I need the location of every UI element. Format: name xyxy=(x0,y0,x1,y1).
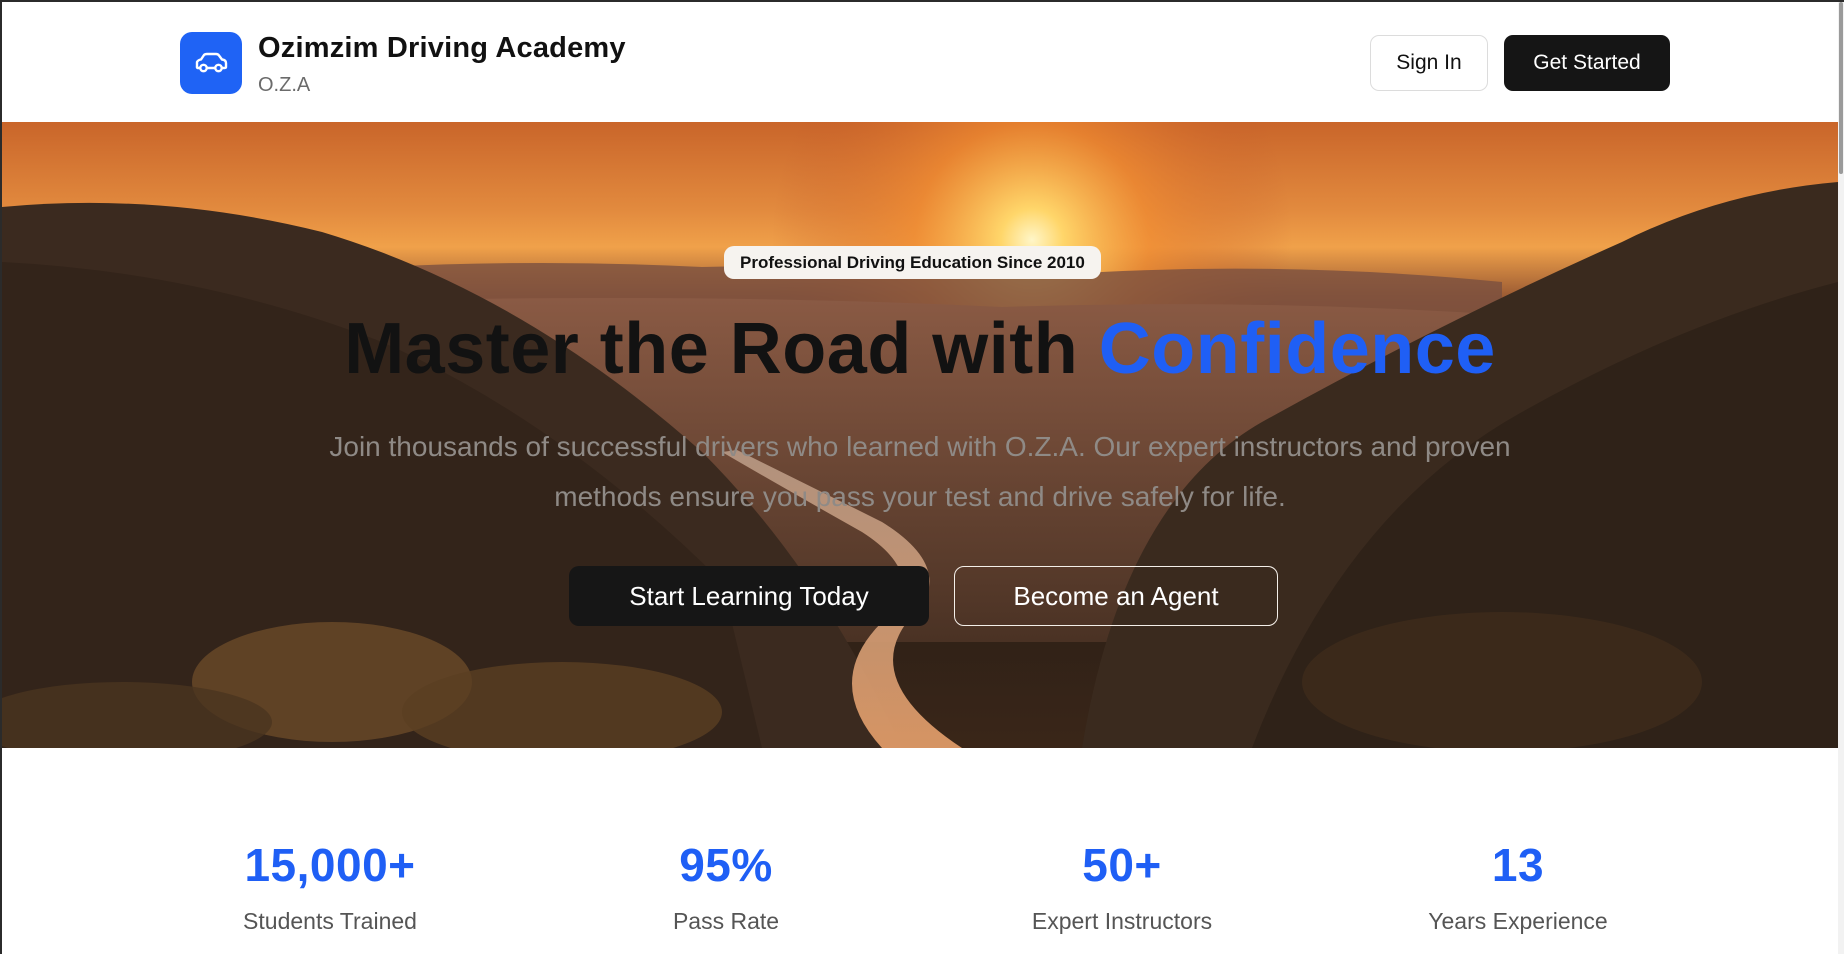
stat-value: 15,000+ xyxy=(244,839,416,891)
stat-label: Years Experience xyxy=(1428,908,1608,934)
stat-instructors: 50+ Expert Instructors xyxy=(972,838,1272,935)
stat-value: 50+ xyxy=(1082,839,1162,891)
stat-label: Expert Instructors xyxy=(1031,908,1213,934)
hero-title: Master the Road with Confidence xyxy=(2,308,1838,390)
hero-title-main: Master the Road with xyxy=(344,309,1099,389)
become-agent-button[interactable]: Become an Agent xyxy=(954,566,1278,626)
hero-subtitle: Join thousands of successful drivers who… xyxy=(329,431,1511,512)
stat-years: 13 Years Experience xyxy=(1368,838,1668,935)
hero-badge: Professional Driving Education Since 201… xyxy=(724,246,1101,279)
stat-value: 95% xyxy=(679,839,773,891)
stat-label: Students Trained xyxy=(243,908,417,934)
logo-tile[interactable] xyxy=(180,32,242,94)
sign-in-button[interactable]: Sign In xyxy=(1370,35,1488,91)
stat-label: Pass Rate xyxy=(672,908,780,934)
site-header: Ozimzim Driving Academy O.Z.A Sign In Ge… xyxy=(2,2,1838,122)
stat-pass-rate: 95% Pass Rate xyxy=(576,838,876,935)
hero-section: Professional Driving Education Since 201… xyxy=(2,122,1838,748)
scrollbar-thumb[interactable] xyxy=(1839,2,1843,174)
hero-title-accent: Confidence xyxy=(1098,309,1496,389)
stat-students: 15,000+ Students Trained xyxy=(180,838,480,935)
brand-name[interactable]: Ozimzim Driving Academy xyxy=(258,32,626,65)
start-learning-button[interactable]: Start Learning Today xyxy=(569,566,929,626)
brand-tagline: O.Z.A xyxy=(258,74,311,96)
vertical-scrollbar[interactable] xyxy=(1838,2,1844,954)
car-icon xyxy=(195,52,228,73)
stats-section: 15,000+ Students Trained 95% Pass Rate 5… xyxy=(2,748,1838,954)
get-started-button[interactable]: Get Started xyxy=(1504,35,1670,91)
stat-value: 13 xyxy=(1491,839,1545,891)
